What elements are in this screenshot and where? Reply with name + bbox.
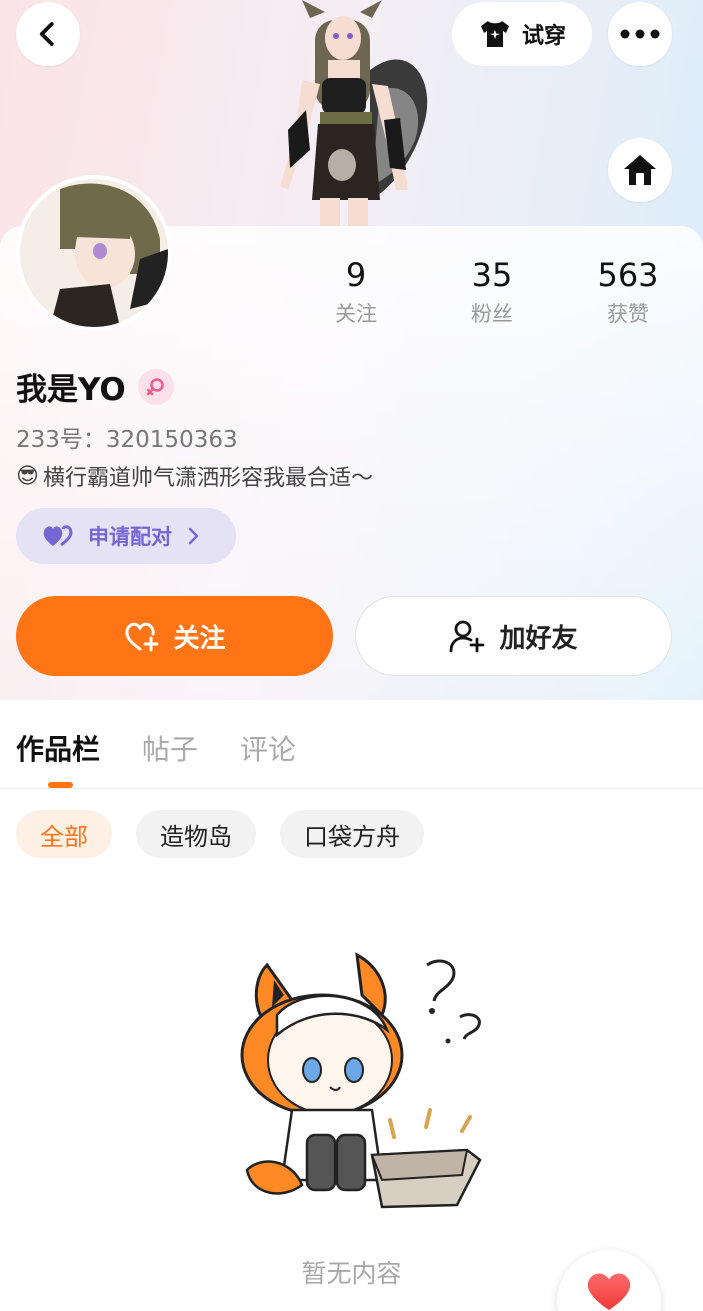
stat-likes[interactable]: 563 获赞 xyxy=(568,256,688,328)
request-pair-label: 申请配对 xyxy=(88,525,172,549)
chip-all[interactable]: 全部 xyxy=(16,810,112,858)
request-pair-button[interactable]: 申请配对 xyxy=(16,508,236,564)
empty-state-illustration xyxy=(240,952,482,1209)
followers-label: 粉丝 xyxy=(471,302,513,326)
username: 我是YO xyxy=(16,372,126,408)
character-figure-image xyxy=(280,0,428,226)
add-friend-label: 加好友 xyxy=(499,623,578,654)
chevron-right-icon xyxy=(188,527,199,545)
tab-comments[interactable]: 评论 xyxy=(240,728,296,768)
heart-icon xyxy=(587,1273,631,1310)
double-heart-icon xyxy=(43,525,73,547)
content-tabs: 作品栏 帖子 评论 xyxy=(16,728,296,768)
add-user-icon xyxy=(450,620,485,653)
chip-creation-island[interactable]: 造物岛 xyxy=(136,810,256,858)
stat-followers[interactable]: 35 粉丝 xyxy=(432,256,552,328)
try-on-button[interactable]: 试穿 xyxy=(452,2,592,66)
tab-works[interactable]: 作品栏 xyxy=(16,728,100,768)
likes-label: 获赞 xyxy=(607,302,649,326)
more-options-button[interactable] xyxy=(608,2,672,66)
chevron-left-icon xyxy=(39,22,54,46)
following-count: 9 xyxy=(345,256,367,294)
home-button[interactable] xyxy=(608,138,672,202)
chip-pocket-ark[interactable]: 口袋方舟 xyxy=(280,810,424,858)
stat-following[interactable]: 9 关注 xyxy=(296,256,416,328)
followers-count: 35 xyxy=(471,256,513,294)
add-friend-button[interactable]: 加好友 xyxy=(355,596,672,676)
bio-text: 横行霸道帅气潇洒形容我最合适～ xyxy=(42,466,373,491)
try-on-label: 试穿 xyxy=(521,24,566,49)
tshirt-icon xyxy=(480,21,509,47)
female-gender-icon xyxy=(137,368,174,405)
tab-posts[interactable]: 帖子 xyxy=(142,728,198,768)
back-button[interactable] xyxy=(16,2,80,66)
follow-button[interactable]: 关注 xyxy=(16,596,333,676)
heart-plus-icon xyxy=(125,622,159,652)
filter-chips: 全部 造物岛 口袋方舟 xyxy=(16,810,424,858)
user-id: 233号：320150363 xyxy=(16,427,238,453)
follow-label: 关注 xyxy=(173,623,226,654)
bio-row: 😎 横行霸道帅气潇洒形容我最合适～ xyxy=(16,460,373,492)
tabs-divider xyxy=(0,788,703,789)
home-icon xyxy=(624,155,656,185)
avatar[interactable] xyxy=(16,175,172,331)
following-label: 关注 xyxy=(335,302,377,326)
avatar-image xyxy=(20,179,168,327)
more-dots-icon xyxy=(620,29,660,39)
sunglasses-emoji-icon: 😎 xyxy=(16,463,39,489)
likes-count: 563 xyxy=(597,256,659,294)
username-row: 我是YO xyxy=(16,364,174,409)
